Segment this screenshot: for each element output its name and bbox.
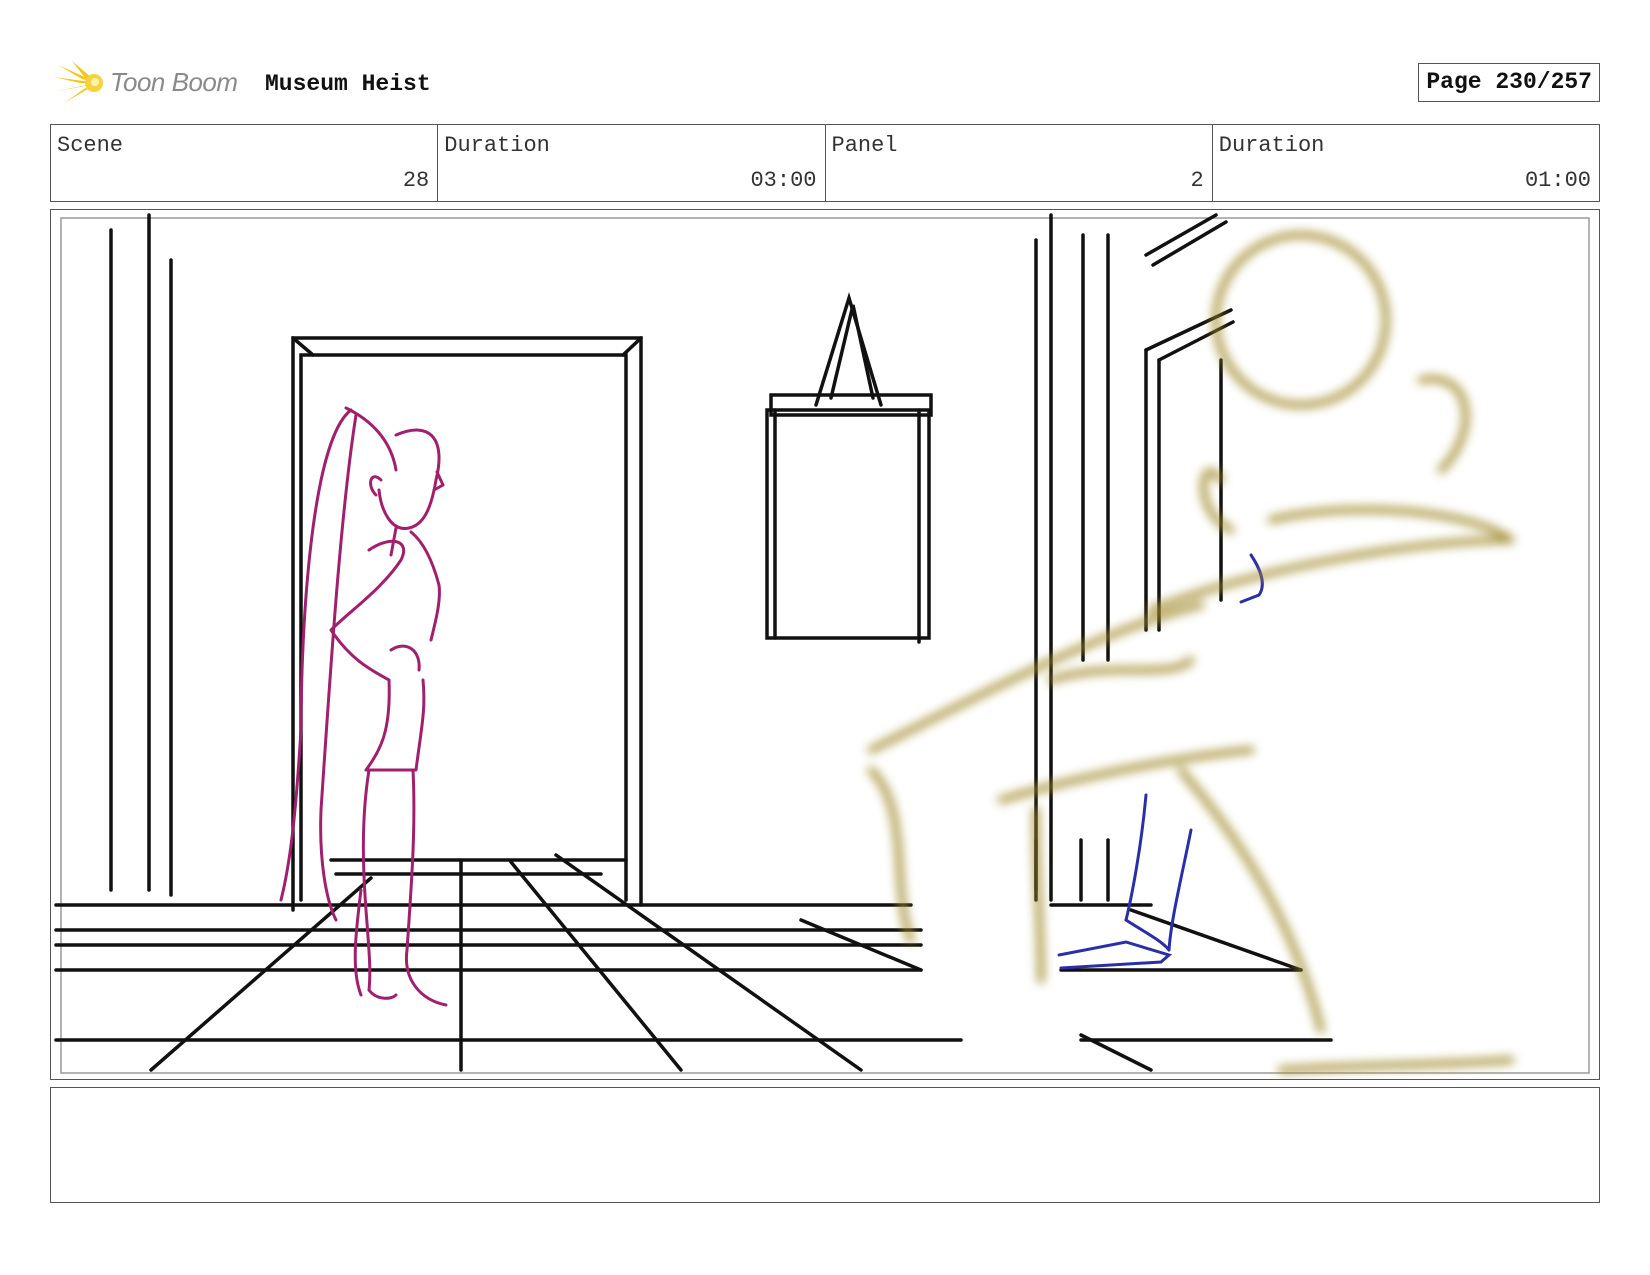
toon-boom-logo: Toon Boom bbox=[52, 59, 252, 107]
panel-duration-cell: Duration 01:00 bbox=[1213, 125, 1599, 201]
panel-duration-label: Duration bbox=[1218, 133, 1325, 158]
panel-sketch bbox=[54, 213, 1590, 1074]
scene-label: Scene bbox=[57, 133, 124, 158]
scene-duration-label: Duration bbox=[444, 133, 550, 158]
panel-notes-box[interactable] bbox=[50, 1087, 1600, 1203]
starburst-icon bbox=[54, 61, 103, 103]
page-header: Toon Boom Museum Heist Page 230/257 bbox=[50, 55, 1600, 110]
panel-cell: Panel 2 bbox=[826, 125, 1213, 201]
storyboard-panel bbox=[50, 209, 1600, 1080]
scene-duration-cell: Duration 03:00 bbox=[438, 125, 826, 201]
character-woman-sketch bbox=[279, 406, 448, 1007]
background-sketch bbox=[54, 213, 1333, 1072]
panel-value: 2 bbox=[1190, 168, 1204, 193]
page-indicator: Page 230/257 bbox=[1418, 63, 1600, 102]
panel-duration-value: 01:00 bbox=[1524, 168, 1591, 193]
scene-value: 28 bbox=[402, 168, 430, 193]
scene-info-row: Scene 28 Duration 03:00 Panel 2 Duration… bbox=[50, 124, 1600, 202]
scene-cell: Scene 28 bbox=[51, 125, 439, 201]
panel-label: Panel bbox=[831, 133, 898, 158]
project-title: Museum Heist bbox=[265, 71, 431, 97]
scene-duration-value: 03:00 bbox=[750, 168, 817, 193]
logo-text: Toon Boom bbox=[110, 67, 238, 97]
foreground-character-blur bbox=[867, 231, 1515, 1074]
